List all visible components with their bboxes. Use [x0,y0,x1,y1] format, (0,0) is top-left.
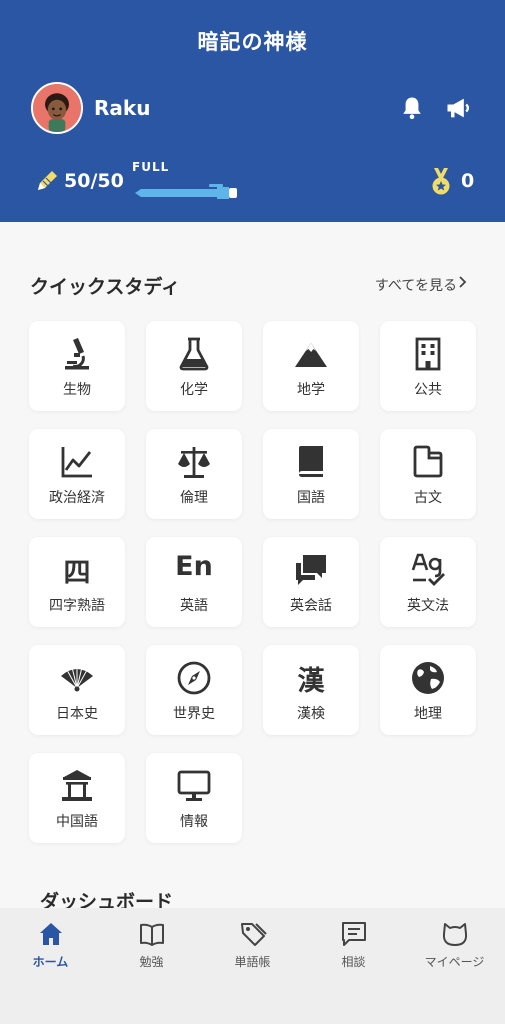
subject-label: 地理 [414,706,442,722]
dashboard-title: ダッシュボード [40,891,174,908]
subject-tile-geography[interactable]: 地理 [380,645,476,735]
four-char-glyph: 四 [63,558,91,589]
fan-icon [61,666,93,692]
subject-label: 古文 [414,490,442,506]
subject-label: 生物 [63,382,91,398]
subject-tile-politics-economics[interactable]: 政治経済 [29,429,125,519]
tab-label: 勉強 [139,955,164,969]
subject-label: 日本史 [56,706,98,722]
subject-tile-ethics[interactable]: 倫理 [146,429,242,519]
subject-label: 四字熟語 [49,598,105,614]
subject-label: 国語 [297,490,325,506]
megaphone-icon[interactable] [444,94,472,122]
stamina-bar [135,184,237,199]
chat-icon [296,555,326,585]
kanji-glyph: 漢 [297,666,325,697]
tab-mypage[interactable]: マイページ [404,920,505,980]
scale-icon [178,447,210,478]
subject-tile-civics[interactable]: 公共 [380,321,476,411]
subject-tile-english[interactable]: En 英語 [146,537,242,627]
subject-label: 英文法 [407,598,449,614]
monitor-icon [177,770,211,801]
building-icon [415,337,441,371]
main-content[interactable]: クイックスタディ すべてを見る 生物 化学 地学 公共 政治経済 倫理 国語 古… [0,222,505,908]
see-all-link[interactable]: すべてを見る [375,275,457,295]
subject-tile-japanese-history[interactable]: 日本史 [29,645,125,735]
message-icon [341,922,366,946]
subject-tile-information[interactable]: 情報 [146,753,242,843]
subject-tile-classics[interactable]: 古文 [380,429,476,519]
subject-tile-biology[interactable]: 生物 [29,321,125,411]
subject-label: 倫理 [180,490,208,506]
medal-count: 0 [461,170,475,192]
open-book-icon [139,923,164,946]
folder-icon [413,445,443,478]
tags-icon [240,923,267,946]
subject-label: 政治経済 [49,490,105,506]
tab-label: マイページ [424,955,485,969]
mountain-icon [295,343,327,367]
medal-icon [432,168,450,195]
tab-study[interactable]: 勉強 [101,920,202,980]
subject-label: 化学 [180,382,208,398]
compass-icon [177,661,211,695]
subject-tile-kanji-test[interactable]: 漢 漢検 [263,645,359,735]
subject-tile-four-char-idioms[interactable]: 四 四字熟語 [29,537,125,627]
subject-label: 英会話 [290,598,332,614]
book-icon [299,446,323,477]
stamina-value: 50/50 [64,170,124,192]
microscope-icon [65,338,89,370]
tab-home[interactable]: ホーム [0,920,101,980]
tab-consult[interactable]: 相談 [303,920,404,980]
subject-tile-earth-science[interactable]: 地学 [263,321,359,411]
username: Raku [94,96,151,120]
app-header: 暗記の神様 Raku 50/50 FULL 0 [0,0,505,222]
english-glyph: En [175,551,213,582]
tab-label: ホーム [32,955,69,969]
tab-wordbook[interactable]: 単語帳 [202,920,303,980]
subject-label: 情報 [180,814,208,830]
cat-icon [442,923,467,946]
stamina-state: FULL [132,160,170,174]
subject-label: 地学 [297,382,325,398]
subject-tile-english-conversation[interactable]: 英会話 [263,537,359,627]
subject-tile-japanese[interactable]: 国語 [263,429,359,519]
subject-label: 英語 [180,598,208,614]
bell-icon[interactable] [398,94,426,122]
avatar[interactable] [31,82,83,134]
globe-icon [412,662,444,694]
temple-icon [62,770,92,801]
app-title: 暗記の神様 [197,30,308,54]
quick-study-title: クイックスタディ [30,276,181,298]
subject-tile-english-grammar[interactable]: 英文法 [380,537,476,627]
subject-tile-chinese[interactable]: 中国語 [29,753,125,843]
line-chart-icon [61,447,92,478]
pencil-icon [38,171,57,190]
chevron-right-icon[interactable] [458,274,468,290]
subject-label: 漢検 [297,706,325,722]
spellcheck-icon [411,553,445,586]
tab-label: 単語帳 [234,955,271,969]
subject-tile-world-history[interactable]: 世界史 [146,645,242,735]
flask-icon [179,337,209,371]
home-icon [39,923,62,945]
subject-label: 公共 [414,382,442,398]
bottom-tab-bar: ホーム 勉強 単語帳 相談 マイページ [0,908,505,1024]
tab-label: 相談 [341,955,366,969]
subject-label: 世界史 [173,706,215,722]
subject-label: 中国語 [56,814,98,830]
subject-tile-chemistry[interactable]: 化学 [146,321,242,411]
